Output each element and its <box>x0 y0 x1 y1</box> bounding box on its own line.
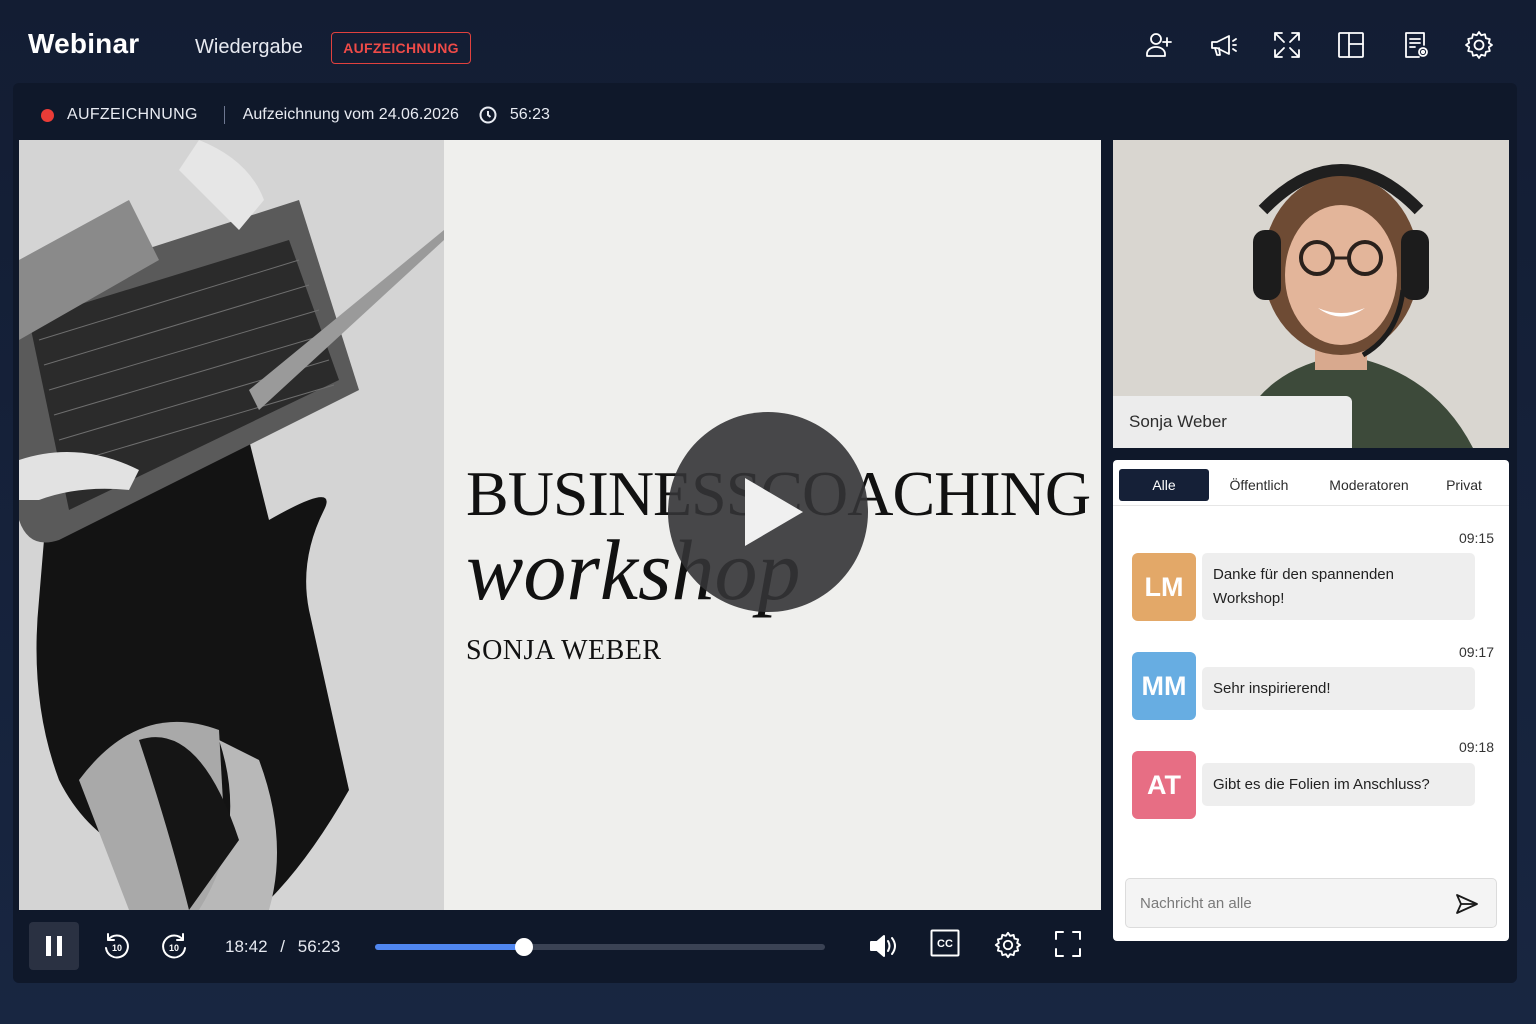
rewind-10-icon: 10 <box>105 933 129 959</box>
progress-bar[interactable] <box>375 938 825 956</box>
playback-time: 18:42 / 56:23 <box>225 937 340 957</box>
avatar: LM <box>1132 553 1196 621</box>
recording-dot-icon <box>41 108 54 122</box>
chat-tabs: Alle Öffentlich Moderatoren Privat <box>1119 469 1503 503</box>
volume-button[interactable] <box>864 928 904 964</box>
document-settings-icon[interactable] <box>1396 26 1434 64</box>
rewind-10-button[interactable]: 10 <box>101 930 133 962</box>
app-brand: Webinar <box>28 28 140 59</box>
add-user-icon[interactable] <box>1140 26 1178 64</box>
progress-fill <box>375 944 525 950</box>
clock-icon <box>479 106 497 124</box>
message-text: Danke für den spannenden Workshop! <box>1202 553 1475 620</box>
chat-input[interactable] <box>1140 879 1440 927</box>
recording-date: Aufzeichnung vom 24.06.2026 <box>242 106 459 123</box>
message-time: 09:15 <box>1458 530 1494 546</box>
chat-composer <box>1125 878 1497 928</box>
recording-badge: AUFZEICHNUNG <box>331 32 471 64</box>
time-separator: / <box>280 937 286 956</box>
svg-text:10: 10 <box>112 943 122 953</box>
presenter-name-label: Sonja Weber <box>1113 396 1352 448</box>
forward-10-button[interactable]: 10 <box>158 930 190 962</box>
fullscreen-button[interactable] <box>1052 928 1084 960</box>
expand-icon[interactable] <box>1268 26 1306 64</box>
status-divider <box>223 106 225 124</box>
tab-private[interactable]: Privat <box>1429 469 1499 501</box>
webinar-panel: AUFZEICHNUNG Aufzeichnung vom 24.06.2026… <box>13 83 1517 983</box>
volume-icon <box>870 935 896 957</box>
video-player[interactable]: BUSINESSCOACHING workshop SONJA WEBER <box>19 140 1101 910</box>
tab-moderators[interactable]: Moderatoren <box>1309 469 1429 501</box>
recording-status: AUFZEICHNUNG Aufzeichnung vom 24.06.2026… <box>41 103 550 127</box>
progress-handle[interactable] <box>515 938 534 956</box>
pause-icon <box>46 936 62 956</box>
message-text: Gibt es die Folien im Anschluss? <box>1202 763 1475 806</box>
player-controls: 10 10 18:42 / 56:23 CC <box>19 910 1101 983</box>
total-time: 56:23 <box>297 937 341 956</box>
tab-all[interactable]: Alle <box>1119 469 1209 501</box>
forward-10-icon: 10 <box>162 933 186 959</box>
message-text: Sehr inspirierend! <box>1202 667 1475 710</box>
tab-public[interactable]: Öffentlich <box>1209 469 1309 501</box>
play-button[interactable] <box>668 412 868 612</box>
svg-text:10: 10 <box>169 943 179 953</box>
fullscreen-icon <box>1055 931 1081 957</box>
gear-icon[interactable] <box>1460 26 1498 64</box>
captions-button[interactable]: CC <box>929 928 961 958</box>
slide-presenter: SONJA WEBER <box>466 635 662 666</box>
play-icon <box>745 478 803 546</box>
slide-photo <box>19 140 444 910</box>
svg-text:CC: CC <box>937 938 953 950</box>
player-settings-button[interactable] <box>991 928 1025 962</box>
cc-icon: CC <box>930 929 960 957</box>
settings-icon <box>994 931 1022 959</box>
avatar: MM <box>1132 652 1196 720</box>
current-time: 18:42 <box>225 937 268 956</box>
avatar: AT <box>1132 751 1196 819</box>
send-button[interactable] <box>1454 891 1480 917</box>
tabs-divider <box>1113 505 1509 506</box>
layout-icon[interactable] <box>1332 26 1370 64</box>
presenter-camera: Sonja Weber <box>1113 140 1509 448</box>
toolbar-icons <box>1140 26 1498 64</box>
recording-status-label: AUFZEICHNUNG <box>67 106 198 123</box>
message-time: 09:17 <box>1458 644 1494 660</box>
nav-playback[interactable]: Wiedergabe <box>195 36 303 59</box>
recording-duration: 56:23 <box>509 106 550 123</box>
pause-button[interactable] <box>29 922 79 970</box>
megaphone-icon[interactable] <box>1204 26 1242 64</box>
top-bar: Webinar Wiedergabe AUFZEICHNUNG <box>0 0 1536 84</box>
message-time: 09:18 <box>1458 739 1494 755</box>
send-icon <box>1456 894 1478 914</box>
chat-panel: Alle Öffentlich Moderatoren Privat 09:15… <box>1113 460 1509 941</box>
